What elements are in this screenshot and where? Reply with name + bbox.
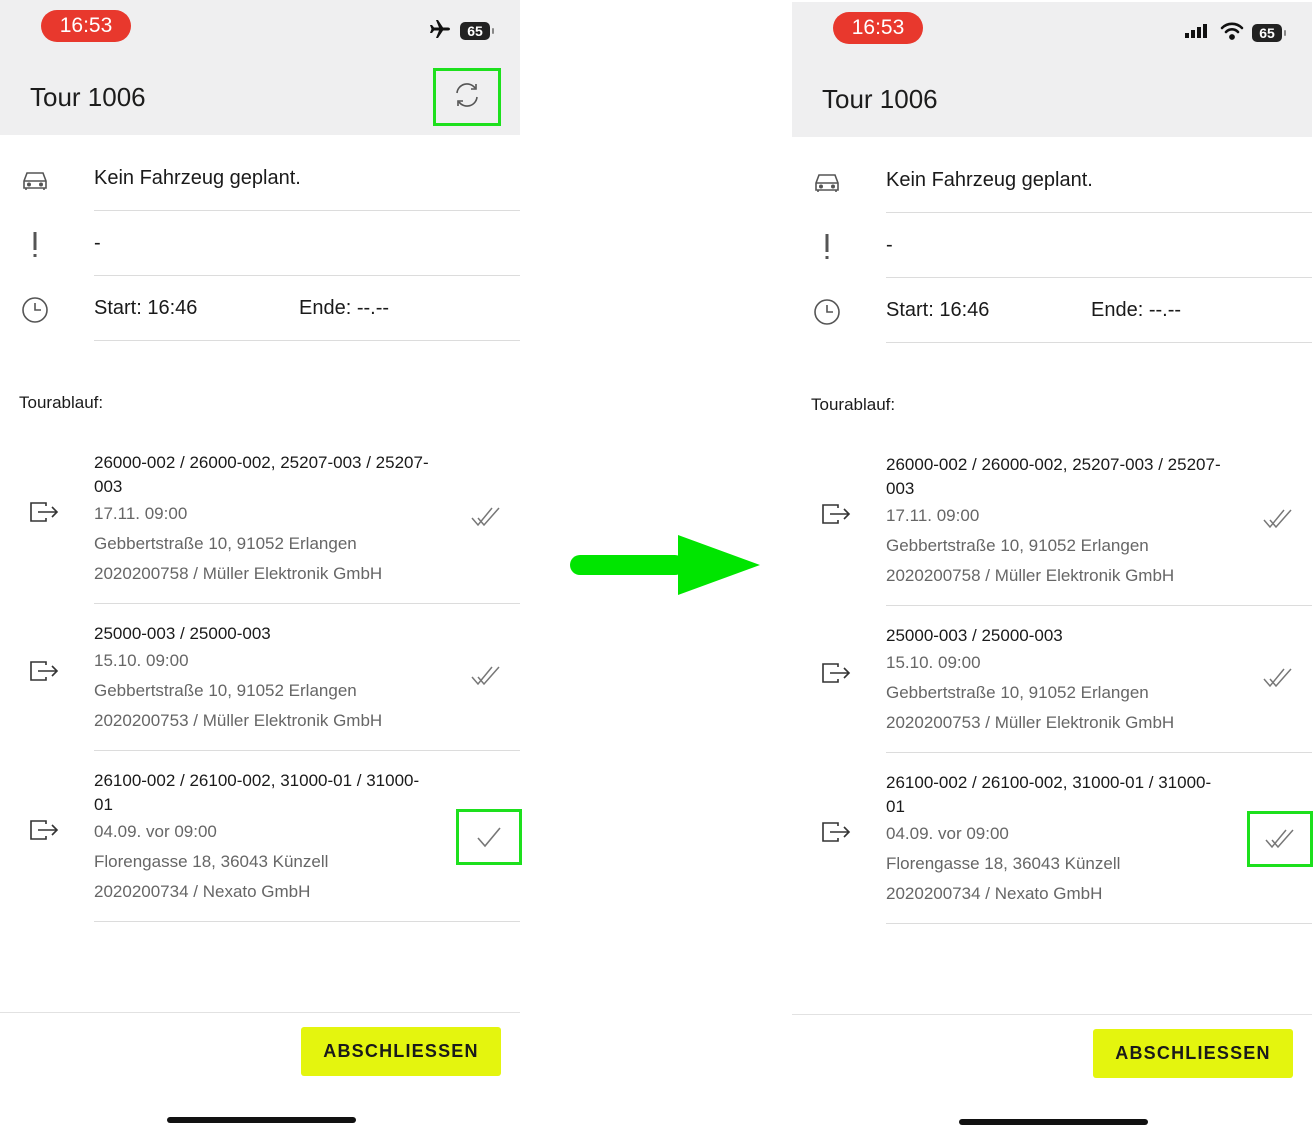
stop-customer: 2020200753 / Müller Elektronik GmbH [886,713,1175,732]
footer-divider [792,1014,1312,1015]
status-bar: 16:53 65 [792,2,1312,62]
section-label: Tourablauf: [19,393,104,412]
stop-customer: 2020200758 / Müller Elektronik GmbH [886,566,1175,585]
stop-date: 15.10. 09:00 [886,653,981,672]
divider [94,210,520,211]
exclamation-icon [20,230,50,260]
car-icon [20,165,50,195]
vehicle-row: Kein Fahrzeug geplant. [792,149,1312,213]
exit-icon [28,499,64,527]
divider [94,275,520,276]
status-bar: 16:53 65 [0,0,520,60]
stop-ids: 26100-002 / 26100-002, 31000-01 / 31000-… [886,773,1212,816]
priority-text: - [94,232,101,254]
double-check-icon [465,499,507,535]
stop-ids: 26100-002 / 26100-002, 31000-01 / 31000-… [94,771,420,814]
priority-text: - [886,234,893,256]
exit-icon [820,660,856,688]
stop-customer: 2020200734 / Nexato GmbH [94,882,311,901]
exclamation-icon [812,232,842,262]
divider [94,921,520,922]
divider [886,752,1312,753]
time-row: Start: 16:46 Ende: --.-- [0,277,520,341]
double-check-icon [1257,660,1299,696]
stop-customer: 2020200734 / Nexato GmbH [886,884,1103,903]
stop-address: Gebbertstraße 10, 91052 Erlangen [886,683,1149,702]
status-icons: 65 [1184,21,1286,45]
vehicle-text: Kein Fahrzeug geplant. [886,169,1093,191]
status-time: 16:53 [41,10,131,42]
check-icon[interactable] [456,809,522,865]
stop-address: Florengasse 18, 36043 Künzell [94,852,329,871]
page-title: Tour 1006 [822,84,938,114]
stop-customer: 2020200753 / Müller Elektronik GmbH [94,711,383,730]
section-label: Tourablauf: [811,395,896,414]
double-check-icon [1257,501,1299,537]
app-header: Tour 1006 [792,62,1312,137]
divider [886,605,1312,606]
home-indicator[interactable] [959,1119,1148,1125]
stop-date: 17.11. 09:00 [94,504,188,523]
refresh-icon [452,80,482,115]
divider [94,750,520,751]
start-time: Start: 16:46 [886,299,990,321]
phone-screen-after: 16:53 65 Tour 1006 Kein Fahrzeug geplant… [792,2,1313,1133]
footer-divider [0,1012,520,1013]
stop-date: 04.09. vor 09:00 [886,824,1009,843]
exit-icon [820,501,856,529]
stop-ids: 25000-003 / 25000-003 [886,626,1063,645]
finish-button[interactable]: ABSCHLIESSEN [1093,1029,1293,1078]
status-icons: 65 [428,18,494,45]
airplane-icon [428,18,452,45]
status-time: 16:53 [833,12,923,44]
divider [94,603,520,604]
stop-address: Gebbertstraße 10, 91052 Erlangen [886,536,1149,555]
time-row: Start: 16:46 Ende: --.-- [792,279,1312,343]
exit-icon [28,658,64,686]
divider [886,923,1312,924]
divider [886,212,1312,213]
home-indicator[interactable] [167,1117,356,1123]
finish-button[interactable]: ABSCHLIESSEN [301,1027,501,1076]
divider [886,277,1312,278]
double-check-icon[interactable] [1247,811,1313,867]
vehicle-text: Kein Fahrzeug geplant. [94,167,301,189]
stop-address: Gebbertstraße 10, 91052 Erlangen [94,534,357,553]
stop-ids: 26000-002 / 26000-002, 25207-003 / 25207… [94,453,429,496]
end-time: Ende: --.-- [1091,299,1182,321]
battery-icon: 65 [460,22,494,40]
clock-icon [812,297,842,327]
priority-row: - [0,212,520,276]
stop-ids: 26000-002 / 26000-002, 25207-003 / 25207… [886,455,1221,498]
car-icon [812,167,842,197]
exit-icon [28,817,64,845]
signal-icon [1184,23,1212,44]
page-title: Tour 1006 [30,82,146,112]
divider [94,340,520,341]
stop-address: Gebbertstraße 10, 91052 Erlangen [94,681,357,700]
app-header: Tour 1006 [0,60,520,135]
end-time: Ende: --.-- [299,297,390,319]
stop-date: 17.11. 09:00 [886,506,980,525]
clock-icon [20,295,50,325]
stop-date: 15.10. 09:00 [94,651,189,670]
wifi-icon [1220,22,1244,45]
phone-screen-before: 16:53 65 Tour 1006 Kein Fahrzeug geplant… [0,0,522,1131]
battery-icon: 65 [1252,24,1286,42]
refresh-button[interactable] [433,68,501,126]
stop-date: 04.09. vor 09:00 [94,822,217,841]
stop-customer: 2020200758 / Müller Elektronik GmbH [94,564,383,583]
arrow-icon [570,535,760,595]
vehicle-row: Kein Fahrzeug geplant. [0,147,520,211]
divider [886,342,1312,343]
start-time: Start: 16:46 [94,297,198,319]
exit-icon [820,819,856,847]
double-check-icon [465,658,507,694]
stop-address: Florengasse 18, 36043 Künzell [886,854,1121,873]
stop-ids: 25000-003 / 25000-003 [94,624,271,643]
priority-row: - [792,214,1312,278]
